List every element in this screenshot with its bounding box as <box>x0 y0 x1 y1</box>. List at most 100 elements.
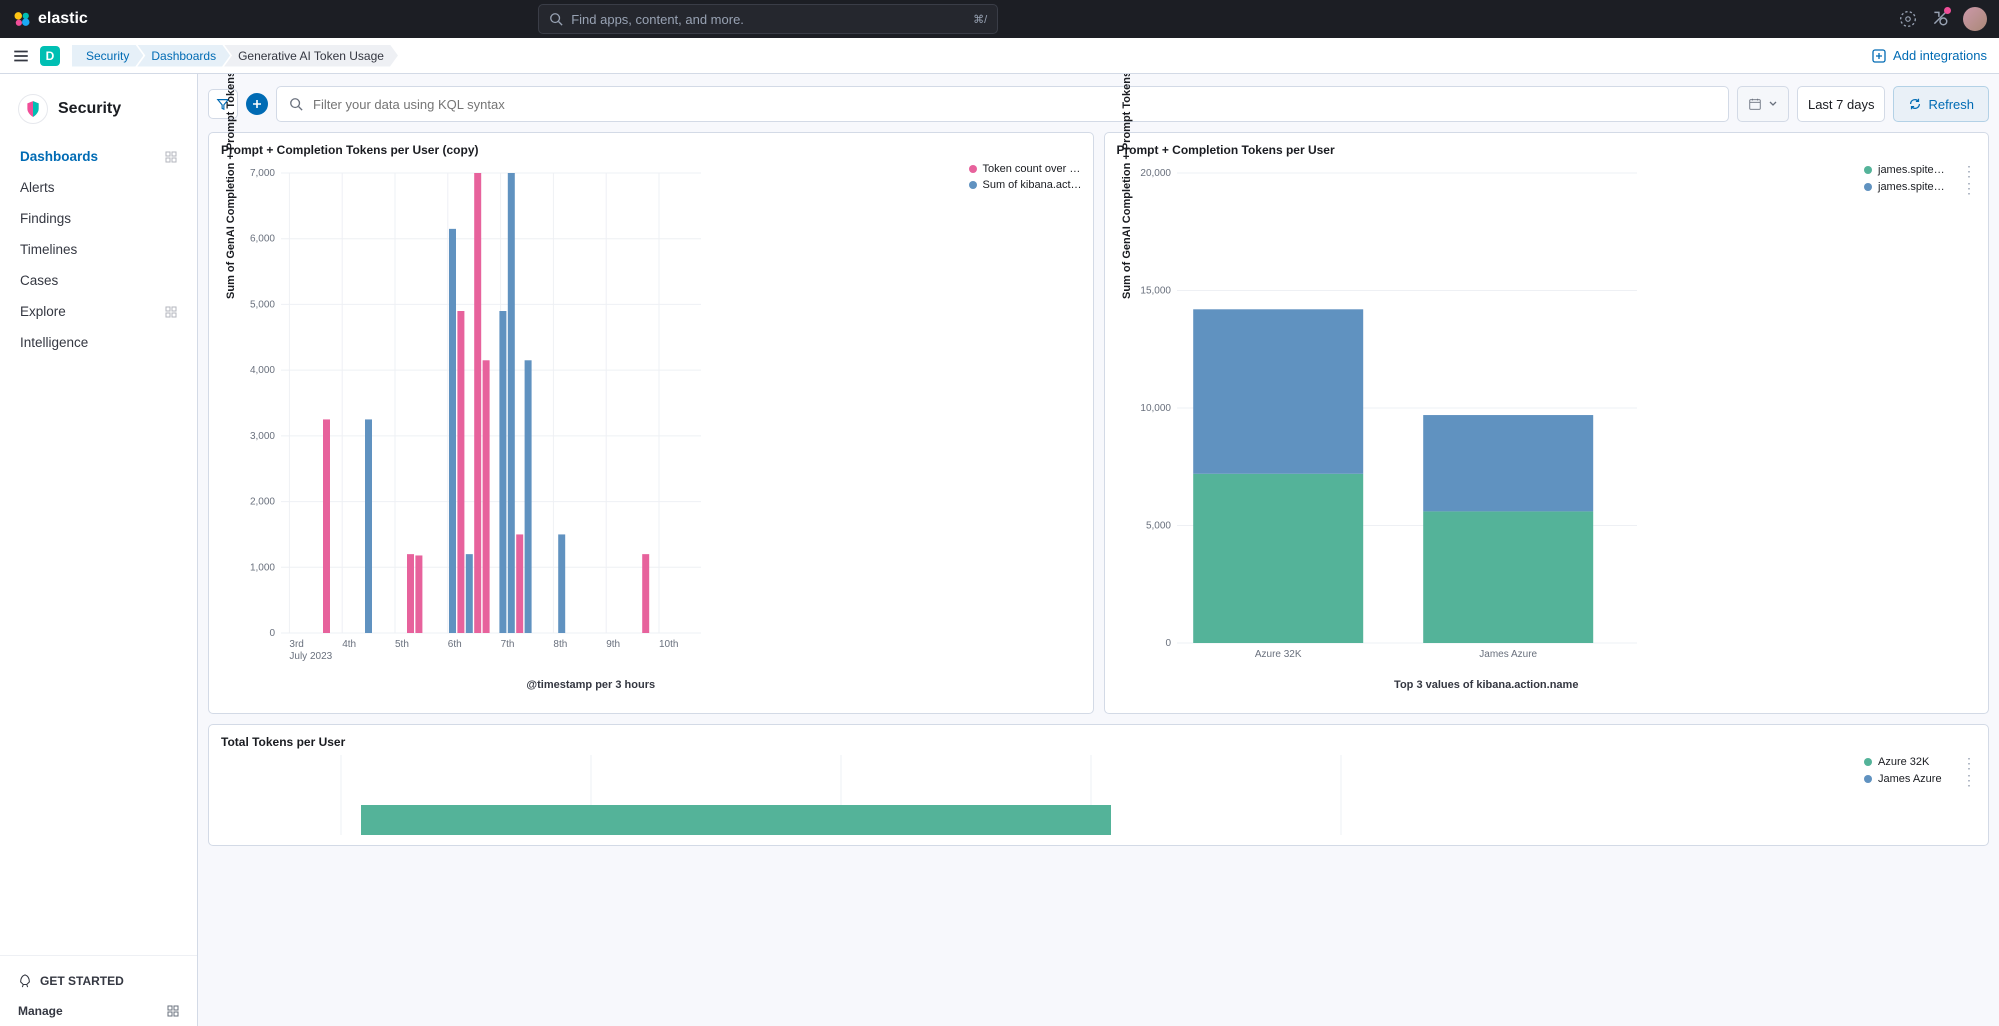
elastic-logo[interactable]: elastic <box>12 9 88 29</box>
rocket-icon <box>18 974 32 988</box>
svg-text:2,000: 2,000 <box>250 497 275 508</box>
chart-svg <box>221 755 1371 835</box>
filter-bar: Last 7 days Refresh <box>208 86 1989 122</box>
legend-left: Token count over … Sum of kibana.act… <box>961 163 1081 703</box>
add-filter-button[interactable] <box>246 93 268 115</box>
add-integrations-link[interactable]: Add integrations <box>1871 48 1987 64</box>
get-started-link[interactable]: GET STARTED <box>18 966 179 996</box>
svg-text:5,000: 5,000 <box>250 299 275 310</box>
svg-text:5,000: 5,000 <box>1145 521 1170 532</box>
sidebar-footer: GET STARTED Manage <box>0 955 197 1026</box>
side-nav: Dashboards Alerts Findings Timelines Cas… <box>0 142 197 357</box>
nav-findings[interactable]: Findings <box>10 204 187 233</box>
svg-text:5th: 5th <box>395 639 409 650</box>
menu-icon[interactable] <box>12 47 30 65</box>
crumb-current: Generative AI Token Usage <box>224 45 398 67</box>
legend-item[interactable]: james.spite… <box>1864 164 1956 176</box>
nav-dashboards[interactable]: Dashboards <box>10 142 187 171</box>
legend-item[interactable]: Azure 32K <box>1864 756 1956 768</box>
nav-timelines[interactable]: Timelines <box>10 235 187 264</box>
legend-item[interactable]: james.spite… <box>1864 181 1956 193</box>
legend-more-icon[interactable]: ⋮ <box>1962 755 1976 772</box>
legend-dot <box>1864 758 1872 766</box>
space-selector[interactable]: D <box>40 46 60 66</box>
chevron-down-icon <box>1768 99 1778 109</box>
topbar: elastic Find apps, content, and more. ⌘/ <box>0 0 1999 38</box>
svg-text:9th: 9th <box>606 639 620 650</box>
legend-more-icon[interactable]: ⋮ <box>1962 180 1976 197</box>
help-icon[interactable] <box>1899 10 1917 28</box>
svg-text:Azure 32K: Azure 32K <box>1254 649 1301 660</box>
kql-input[interactable] <box>313 97 1716 112</box>
grid-icon <box>167 1005 179 1017</box>
legend-dot <box>1864 183 1872 191</box>
chart-svg: 0 5,000 10,000 15,000 20,000 Azure 32K James A… <box>1117 163 1647 673</box>
panel-bottom: Total Tokens per User Azure 32K ⋮ James A… <box>208 724 1989 846</box>
xlabel: @timestamp per 3 hours <box>221 679 961 691</box>
user-avatar[interactable] <box>1963 7 1987 31</box>
svg-text:0: 0 <box>1165 638 1171 649</box>
refresh-button[interactable]: Refresh <box>1893 86 1989 122</box>
panel-title: Prompt + Completion Tokens per User (cop… <box>221 143 1081 157</box>
grid-icon <box>165 306 177 318</box>
panel-title: Total Tokens per User <box>221 735 1976 749</box>
svg-text:James Azure: James Azure <box>1479 649 1537 660</box>
brand-text: elastic <box>38 10 88 28</box>
svg-text:10th: 10th <box>659 639 678 650</box>
svg-text:1,000: 1,000 <box>250 562 275 573</box>
legend-item[interactable]: Sum of kibana.act… <box>969 179 1081 191</box>
nav-cases[interactable]: Cases <box>10 266 187 295</box>
crumb-dashboards[interactable]: Dashboards <box>137 45 230 67</box>
svg-text:10,000: 10,000 <box>1140 403 1171 414</box>
crumb-security[interactable]: Security <box>72 45 143 67</box>
sidebar-title: Security <box>58 100 121 118</box>
panel-left: Prompt + Completion Tokens per User (cop… <box>208 132 1094 714</box>
subbar: D Security Dashboards Generative AI Toke… <box>0 38 1999 74</box>
svg-text:20,000: 20,000 <box>1140 168 1171 179</box>
main: Security Dashboards Alerts Findings Time… <box>0 74 1999 1026</box>
chart-bottom <box>221 755 1856 835</box>
svg-text:4th: 4th <box>342 639 356 650</box>
svg-text:July 2023: July 2023 <box>289 651 332 662</box>
legend-dot <box>969 165 977 173</box>
panel-right: Prompt + Completion Tokens per User 0 5,0… <box>1104 132 1990 714</box>
nav-explore[interactable]: Explore <box>10 297 187 326</box>
content: Last 7 days Refresh Prompt + Completion … <box>198 74 1999 1026</box>
svg-text:0: 0 <box>269 628 275 639</box>
search-placeholder: Find apps, content, and more. <box>571 12 965 27</box>
svg-text:3rd: 3rd <box>289 639 303 650</box>
nav-intelligence[interactable]: Intelligence <box>10 328 187 357</box>
legend-dot <box>1864 166 1872 174</box>
top-icons <box>1899 7 1987 31</box>
date-calendar-button[interactable] <box>1737 86 1789 122</box>
search-icon <box>549 12 563 26</box>
date-range-button[interactable]: Last 7 days <box>1797 86 1886 122</box>
legend-dot <box>1864 775 1872 783</box>
nav-alerts[interactable]: Alerts <box>10 173 187 202</box>
panel-title: Prompt + Completion Tokens per User <box>1117 143 1977 157</box>
breadcrumb: Security Dashboards Generative AI Token … <box>72 45 398 67</box>
refresh-icon <box>1908 97 1922 111</box>
svg-text:15,000: 15,000 <box>1140 286 1171 297</box>
legend-more-icon[interactable]: ⋮ <box>1962 772 1976 789</box>
global-search[interactable]: Find apps, content, and more. ⌘/ <box>538 4 998 34</box>
legend-right: james.spite… ⋮ james.spite… ⋮ <box>1856 163 1976 703</box>
svg-text:6,000: 6,000 <box>250 234 275 245</box>
xlabel: Top 3 values of kibana.action.name <box>1117 679 1857 691</box>
sidebar: Security Dashboards Alerts Findings Time… <box>0 74 198 1026</box>
svg-text:3,000: 3,000 <box>250 431 275 442</box>
legend-more-icon[interactable]: ⋮ <box>1962 163 1976 180</box>
kql-input-wrap[interactable] <box>276 86 1729 122</box>
newsfeed-icon[interactable] <box>1931 9 1949 30</box>
plus-icon <box>251 98 263 110</box>
plus-box-icon <box>1871 48 1887 64</box>
legend-item[interactable]: James Azure <box>1864 773 1956 785</box>
search-shortcut: ⌘/ <box>973 13 987 26</box>
svg-text:8th: 8th <box>553 639 567 650</box>
legend-bottom: Azure 32K ⋮ James Azure ⋮ <box>1856 755 1976 835</box>
svg-text:7,000: 7,000 <box>250 168 275 179</box>
legend-item[interactable]: Token count over … <box>969 163 1081 175</box>
manage-link[interactable]: Manage <box>18 996 179 1026</box>
panels-row: Prompt + Completion Tokens per User (cop… <box>208 132 1989 714</box>
chart-left: 01,0002,0003,0004,0005,0006,0007,0003rd4… <box>221 163 961 703</box>
